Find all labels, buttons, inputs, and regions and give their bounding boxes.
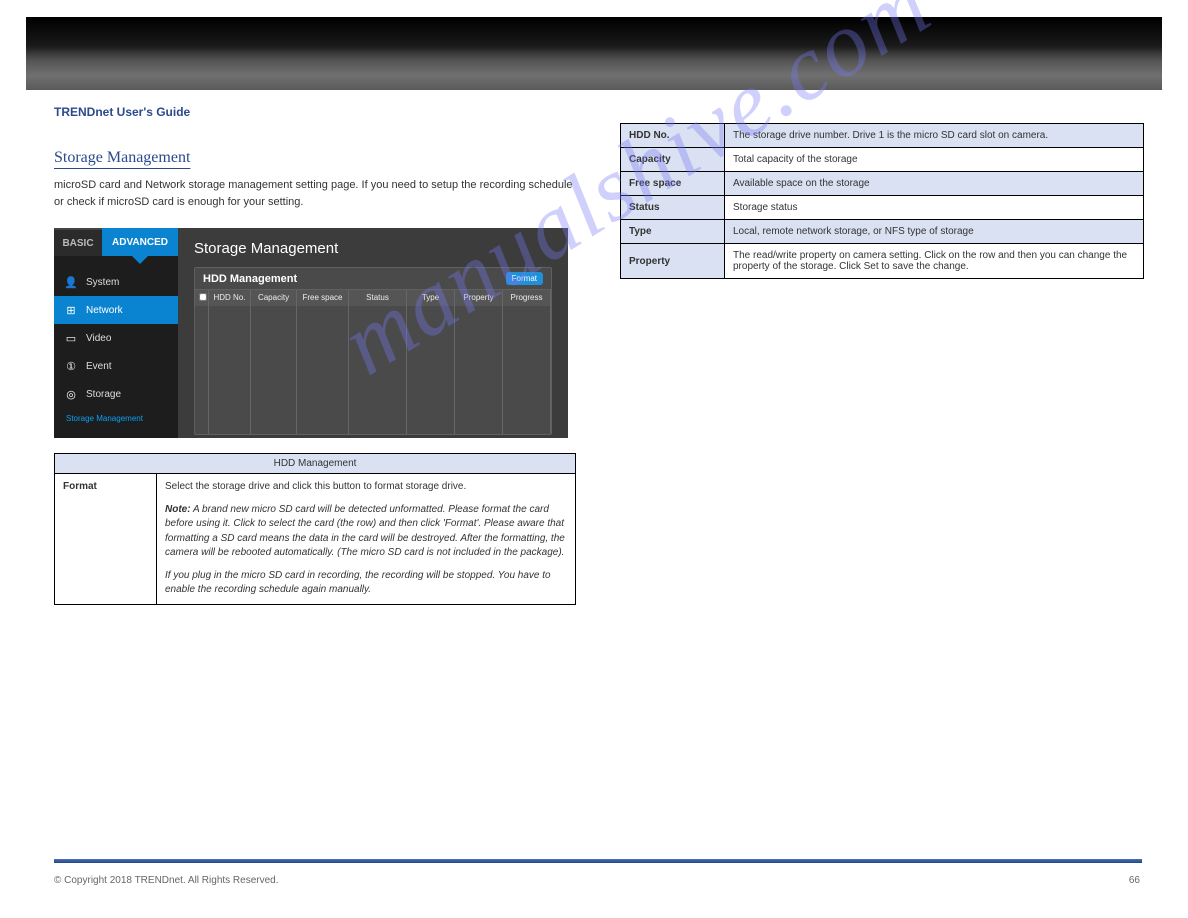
hdd-col-checkbox[interactable] <box>195 290 209 306</box>
sidebar-item-system[interactable]: 👤 System <box>54 268 178 296</box>
hdd-col-progress: Progress <box>503 290 551 306</box>
footer-divider <box>54 859 1142 863</box>
tab-basic[interactable]: BASIC <box>54 228 102 256</box>
select-all-checkbox[interactable] <box>199 293 207 301</box>
hdd-description-table: HDD Management Format Select the storage… <box>54 453 576 605</box>
alert-icon: ① <box>64 359 78 373</box>
hdd-col-status: Status <box>349 290 407 306</box>
sidebar-item-event[interactable]: ① Event <box>54 352 178 380</box>
screenshot-sidebar: BASIC ADVANCED 👤 System ⊞ Network ▭ Vide… <box>54 228 178 438</box>
fld-value-property: The read/write property on camera settin… <box>725 244 1144 279</box>
fld-value-hddno: The storage drive number. Drive 1 is the… <box>725 124 1144 148</box>
hdd-col-property: Property <box>455 290 503 306</box>
screenshot-menu: 👤 System ⊞ Network ▭ Video ① Event ◎ <box>54 256 178 423</box>
hdd-col-freespace: Free space <box>297 290 349 306</box>
camera-icon: ▭ <box>64 331 78 345</box>
section-description: microSD card and Network storage managem… <box>54 177 578 210</box>
screenshot-page-title: Storage Management <box>194 240 552 257</box>
fld-value-status: Storage status <box>725 196 1144 220</box>
hdd-panel-title: HDD Management <box>203 273 297 285</box>
hdd-panel: HDD Management Format HDD No. Capacity F… <box>194 267 552 435</box>
fld-label-capacity: Capacity <box>621 148 725 172</box>
fld-value-type: Local, remote network storage, or NFS ty… <box>725 220 1144 244</box>
desc-note-secondary: If you plug in the micro SD card in reco… <box>165 569 567 598</box>
tab-advanced[interactable]: ADVANCED <box>102 228 178 256</box>
fld-value-freespace: Available space on the storage <box>725 172 1144 196</box>
hdd-col-no: HDD No. <box>209 290 251 306</box>
field-description-table: HDD No. The storage drive number. Drive … <box>620 123 1144 279</box>
format-button[interactable]: Format <box>506 272 543 285</box>
fld-label-status: Status <box>621 196 725 220</box>
sidebar-item-label: Network <box>86 305 123 316</box>
desc-note-body: A brand new micro SD card will be detect… <box>165 504 565 559</box>
footer-page-number: 66 <box>1129 875 1140 886</box>
storage-icon: ◎ <box>64 387 78 401</box>
desc-row-label: Format <box>55 474 157 605</box>
hdd-col-capacity: Capacity <box>251 290 297 306</box>
header-banner <box>26 17 1162 90</box>
ui-screenshot: BASIC ADVANCED 👤 System ⊞ Network ▭ Vide… <box>54 228 568 438</box>
fld-label-type: Type <box>621 220 725 244</box>
footer-copyright: © Copyright 2018 TRENDnet. All Rights Re… <box>54 875 279 886</box>
desc-row-body: Select the storage drive and click this … <box>157 474 576 605</box>
section-heading: Storage Management <box>54 149 578 167</box>
screenshot-tabs: BASIC ADVANCED <box>54 228 178 256</box>
document-title: TRENDnet User's Guide <box>54 105 578 119</box>
desc-table-header: HDD Management <box>55 454 576 474</box>
hdd-table-body <box>195 306 551 434</box>
right-column: HDD No. The storage drive number. Drive … <box>620 105 1144 279</box>
desc-body-intro: Select the storage drive and click this … <box>165 481 466 492</box>
fld-label-freespace: Free space <box>621 172 725 196</box>
hdd-table-header: HDD No. Capacity Free space Status Type … <box>195 290 551 306</box>
sidebar-item-label: System <box>86 277 119 288</box>
sidebar-item-label: Video <box>86 333 111 344</box>
sidebar-item-label: Storage <box>86 389 121 400</box>
sidebar-item-video[interactable]: ▭ Video <box>54 324 178 352</box>
left-column: TRENDnet User's Guide Storage Management… <box>54 105 578 605</box>
sidebar-subitem-storage-management[interactable]: Storage Management <box>54 414 178 423</box>
fld-value-capacity: Total capacity of the storage <box>725 148 1144 172</box>
sidebar-item-network[interactable]: ⊞ Network <box>54 296 178 324</box>
hdd-col-type: Type <box>407 290 455 306</box>
network-icon: ⊞ <box>64 303 78 317</box>
sidebar-item-storage[interactable]: ◎ Storage <box>54 380 178 408</box>
hdd-panel-header: HDD Management Format <box>195 268 551 290</box>
fld-label-hddno: HDD No. <box>621 124 725 148</box>
sidebar-item-label: Event <box>86 361 112 372</box>
person-icon: 👤 <box>64 275 78 289</box>
desc-note-label: Note: <box>165 504 191 515</box>
screenshot-main: Storage Management HDD Management Format… <box>178 228 568 438</box>
fld-label-property: Property <box>621 244 725 279</box>
